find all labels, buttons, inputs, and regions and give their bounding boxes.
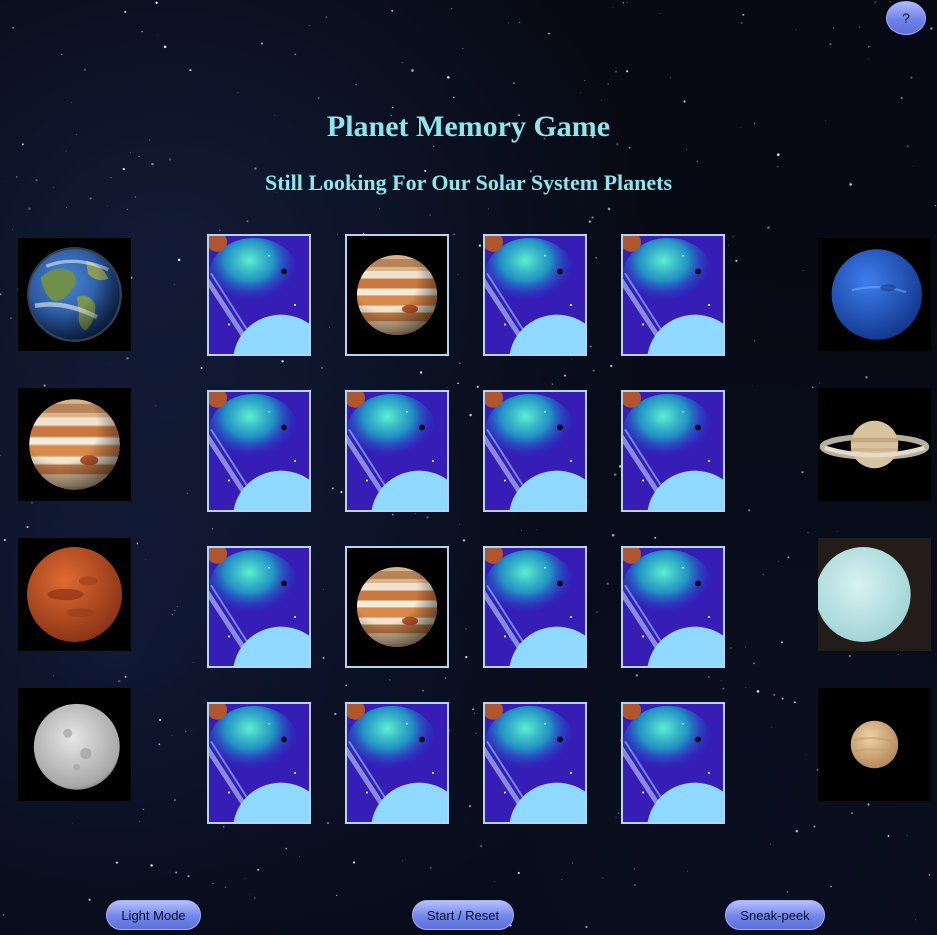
side-planet-venus bbox=[818, 688, 931, 801]
side-planet-mercury bbox=[18, 688, 131, 801]
mars-planet-icon bbox=[27, 547, 122, 642]
help-button[interactable]: ? bbox=[886, 1, 926, 35]
card-back-icon bbox=[209, 236, 309, 354]
memory-card[interactable] bbox=[207, 702, 311, 824]
memory-card[interactable] bbox=[483, 234, 587, 356]
card-back-icon bbox=[209, 392, 309, 510]
memory-card[interactable] bbox=[207, 234, 311, 356]
memory-card[interactable] bbox=[345, 702, 449, 824]
start-reset-button[interactable]: Start / Reset bbox=[412, 900, 514, 930]
side-planet-mars bbox=[18, 538, 131, 651]
earth-planet-icon bbox=[27, 247, 122, 342]
memory-card[interactable] bbox=[621, 390, 725, 512]
card-back-icon bbox=[209, 548, 309, 666]
side-planet-earth bbox=[18, 238, 131, 351]
jupiter-planet-icon bbox=[29, 399, 120, 490]
memory-card[interactable] bbox=[207, 546, 311, 668]
jupiter-planet-icon bbox=[357, 567, 437, 647]
side-planet-jupiter bbox=[18, 388, 131, 501]
uranus-planet-icon bbox=[818, 538, 931, 651]
memory-card-jupiter[interactable] bbox=[345, 234, 449, 356]
page-title: Planet Memory Game bbox=[326, 110, 611, 143]
card-back-icon bbox=[623, 236, 723, 354]
memory-card[interactable] bbox=[207, 390, 311, 512]
card-back-icon bbox=[209, 704, 309, 822]
light-mode-button[interactable]: Light Mode bbox=[106, 900, 201, 930]
side-planet-neptune bbox=[818, 238, 931, 351]
mercury-planet-icon bbox=[33, 703, 120, 790]
card-back-icon bbox=[485, 392, 585, 510]
memory-card[interactable] bbox=[345, 390, 449, 512]
jupiter-planet-icon bbox=[357, 255, 437, 335]
card-back-icon bbox=[623, 392, 723, 510]
memory-card[interactable] bbox=[621, 234, 725, 356]
memory-card[interactable] bbox=[621, 702, 725, 824]
saturn-planet-icon bbox=[819, 420, 930, 469]
memory-card[interactable] bbox=[621, 546, 725, 668]
game-status-text: Still Looking For Our Solar System Plane… bbox=[264, 170, 673, 195]
card-back-icon bbox=[347, 704, 447, 822]
card-back-icon bbox=[623, 548, 723, 666]
card-back-icon bbox=[485, 704, 585, 822]
side-planet-saturn bbox=[818, 388, 931, 501]
card-back-icon bbox=[485, 236, 585, 354]
memory-card[interactable] bbox=[483, 702, 587, 824]
venus-planet-icon bbox=[850, 720, 899, 769]
card-back-icon bbox=[485, 548, 585, 666]
card-back-icon bbox=[347, 392, 447, 510]
side-planet-uranus bbox=[818, 538, 931, 651]
neptune-planet-icon bbox=[831, 249, 922, 340]
memory-card[interactable] bbox=[483, 390, 587, 512]
sneak-peek-button[interactable]: Sneak-peek bbox=[725, 900, 825, 930]
memory-card-jupiter[interactable] bbox=[345, 546, 449, 668]
card-back-icon bbox=[623, 704, 723, 822]
memory-card[interactable] bbox=[483, 546, 587, 668]
